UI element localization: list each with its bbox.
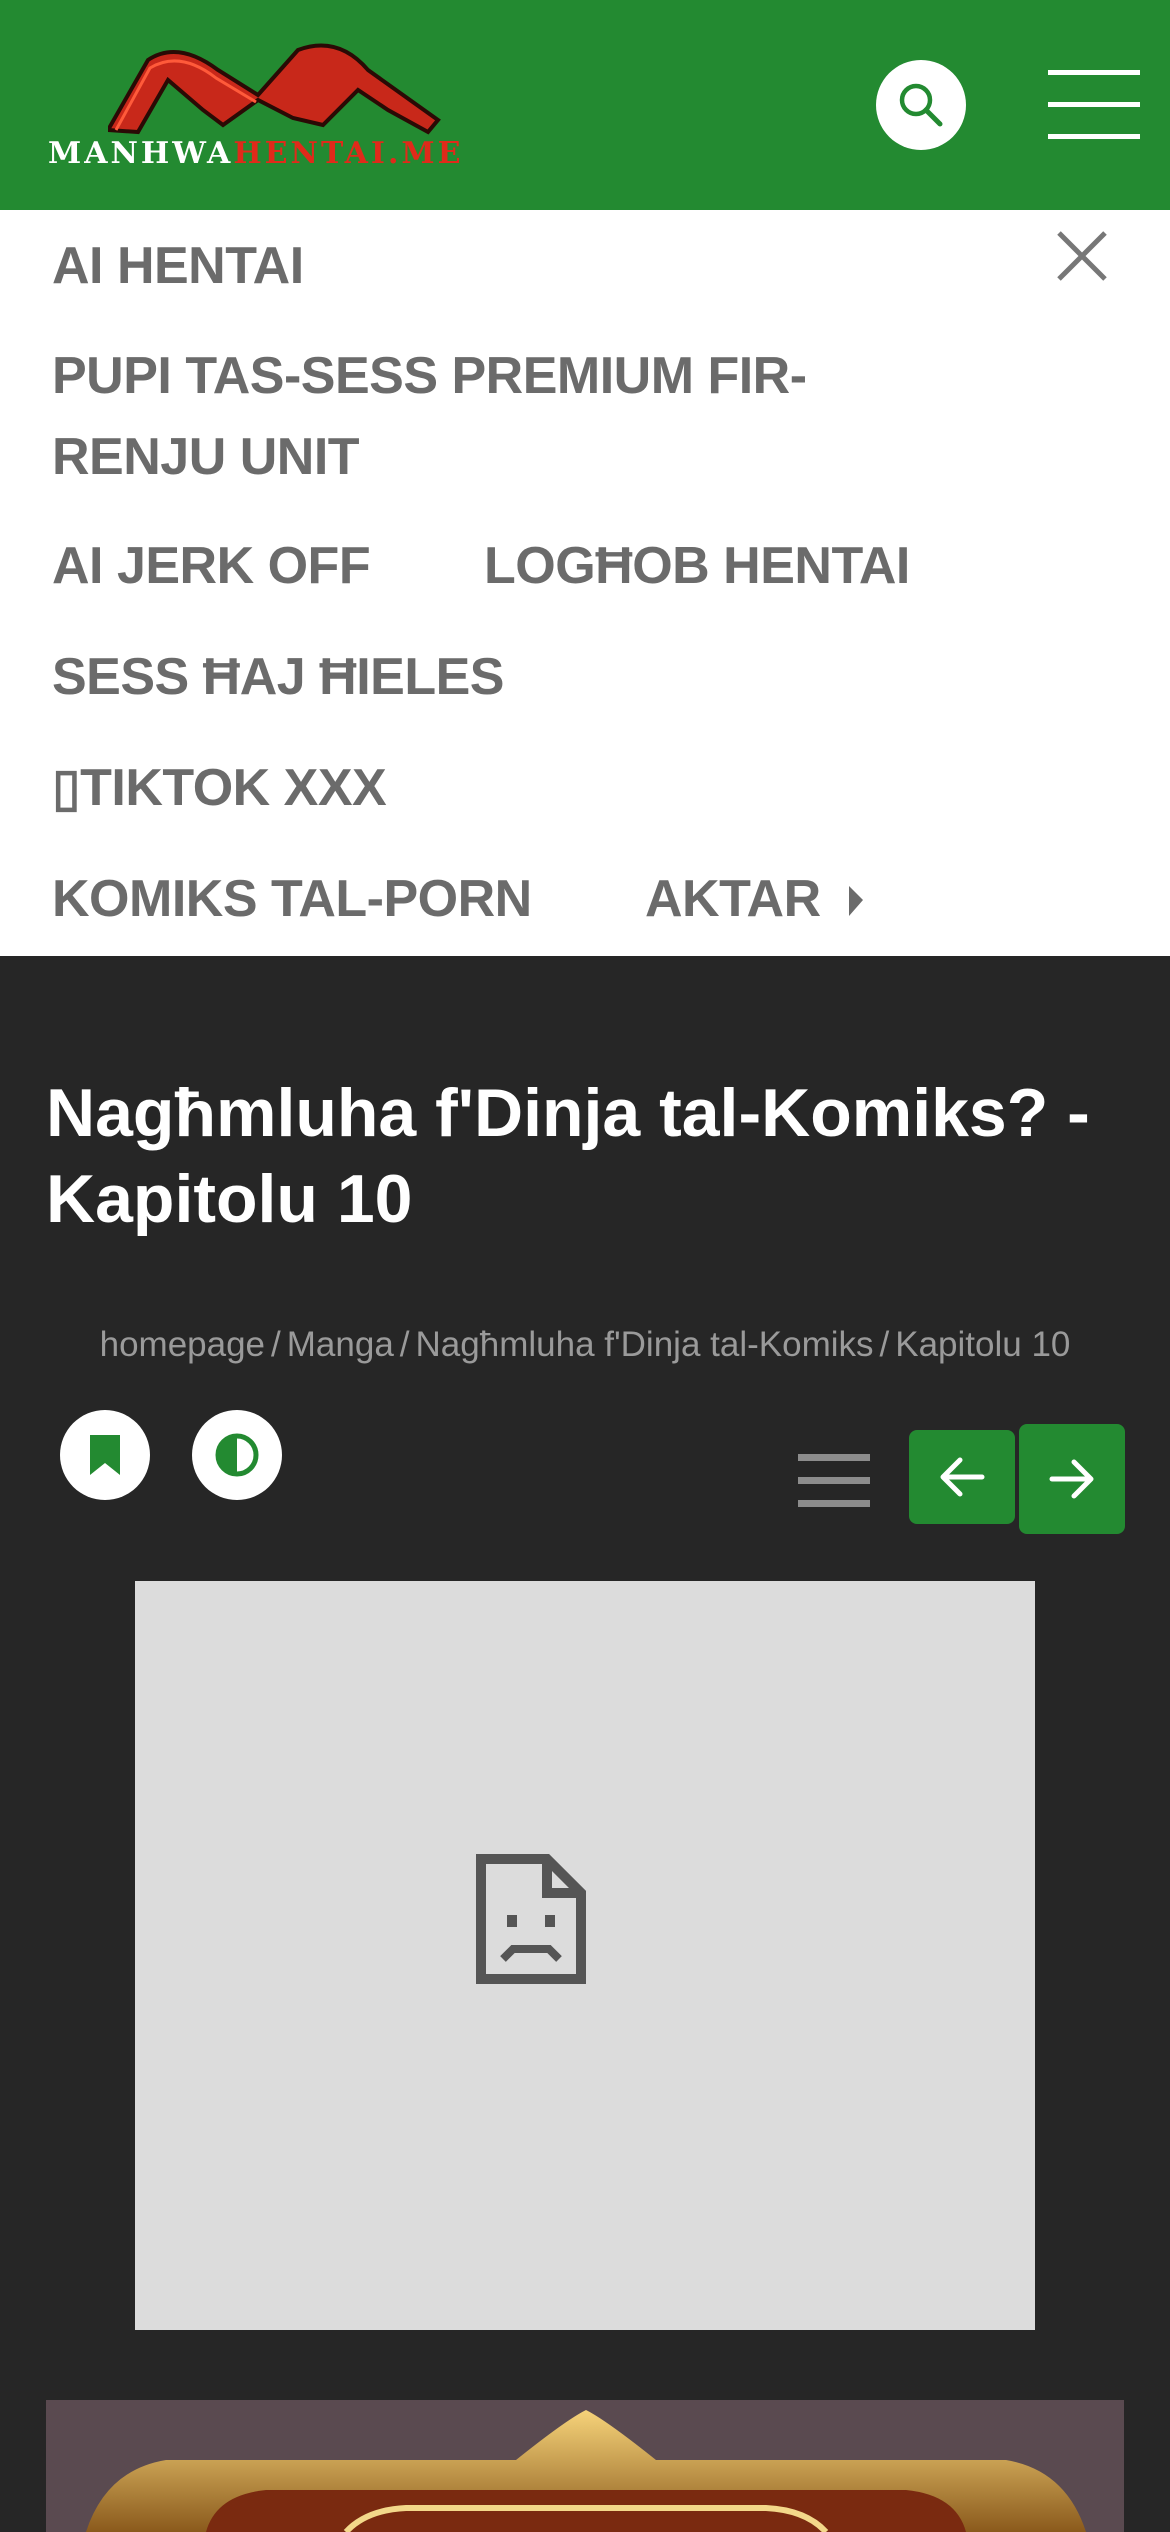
bookmark-icon — [90, 1435, 120, 1475]
breadcrumb-series[interactable]: Nagħmluha f'Dinja tal-Komiks — [416, 1325, 874, 1364]
logo-text-white: MANHWA — [48, 136, 234, 171]
caret-right-icon — [848, 886, 863, 917]
contrast-toggle-button[interactable] — [192, 1410, 282, 1500]
search-button[interactable] — [876, 60, 966, 150]
site-logo[interactable]: MANHWAHENTAI.ME — [48, 40, 528, 171]
menu-item-more-label: AKTAR — [645, 870, 821, 928]
prev-chapter-button[interactable] — [909, 1430, 1015, 1524]
menu-item-premium-line1[interactable]: PUPI TAS-SESS PREMIUM FIR- — [52, 346, 807, 406]
menu-item-games[interactable]: LOGĦOB HENTAI — [484, 536, 910, 596]
menu-item-tiktok[interactable]: ▯TIKTOK XXX — [52, 758, 387, 818]
search-icon — [899, 83, 943, 127]
chapter-page-banner — [46, 2400, 1124, 2532]
breadcrumb-separator: / — [399, 1325, 410, 1364]
close-icon[interactable] — [1056, 230, 1108, 282]
logo-text-red: HENTAI.ME — [233, 136, 464, 171]
broken-image-icon — [476, 1854, 586, 1984]
chapter-title: Nagħmluha f'Dinja tal-Komiks? - Kapitolu… — [46, 1075, 1090, 1237]
menu-item-premium-line2[interactable]: RENJU UNIT — [52, 427, 360, 487]
logo-text: MANHWAHENTAI.ME — [48, 136, 463, 171]
banner-artwork — [86, 2410, 1086, 2532]
arrow-right-icon — [1049, 1459, 1094, 1499]
breadcrumb-home[interactable]: homepage — [100, 1325, 265, 1364]
menu-item-porn-comics[interactable]: KOMIKS TAL-PORN — [52, 869, 532, 929]
chapter-page-image — [135, 1581, 1035, 2330]
site-header: MANHWAHENTAI.ME — [0, 0, 1170, 210]
nav-menu: AI HENTAI PUPI TAS-SESS PREMIUM FIR- REN… — [0, 210, 1170, 956]
breadcrumb: homepage / Manga / Nagħmluha f'Dinja tal-Kom… — [0, 1325, 1170, 1365]
menu-item-ai-hentai[interactable]: AI HENTAI — [52, 236, 304, 296]
list-icon[interactable] — [798, 1454, 870, 1508]
bookmark-button[interactable] — [60, 1410, 150, 1500]
breadcrumb-manga[interactable]: Manga — [287, 1325, 394, 1364]
next-chapter-button[interactable] — [1019, 1424, 1125, 1534]
arrow-left-icon — [940, 1457, 985, 1497]
logo-mark — [108, 43, 441, 135]
breadcrumb-separator: / — [879, 1325, 890, 1364]
breadcrumb-separator: / — [271, 1325, 281, 1364]
menu-item-live-sex[interactable]: SESS ĦAJ ĦIELES — [52, 647, 504, 707]
menu-item-ai-jerk-off[interactable]: AI JERK OFF — [52, 536, 371, 596]
contrast-icon — [215, 1433, 259, 1477]
menu-item-more[interactable]: AKTAR — [645, 869, 867, 929]
breadcrumb-chapter: Kapitolu 10 — [895, 1325, 1071, 1364]
hamburger-menu-icon[interactable] — [1048, 70, 1140, 140]
